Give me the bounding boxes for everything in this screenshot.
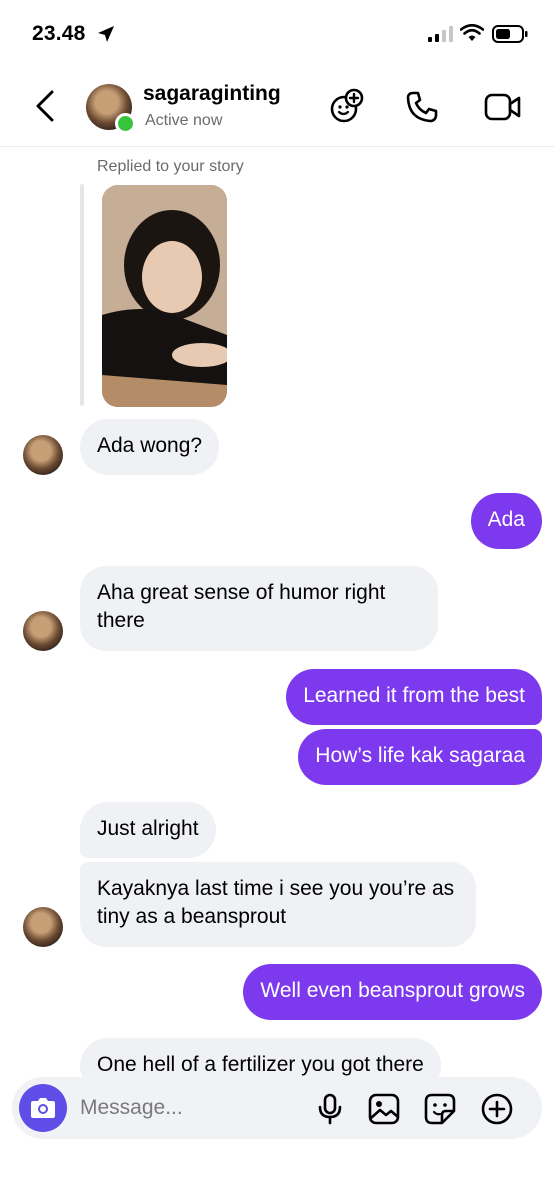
message-bubble-outgoing[interactable]: Well even beansprout grows — [243, 964, 542, 1020]
message-bubble-incoming[interactable]: Just alright — [80, 802, 216, 858]
effects-icon[interactable] — [329, 88, 365, 124]
message-bubble-incoming[interactable]: Aha great sense of humor right there — [80, 566, 438, 651]
phone-icon[interactable] — [405, 90, 439, 124]
sender-avatar[interactable] — [23, 611, 63, 651]
online-status-dot — [115, 113, 136, 134]
message-bubble-outgoing[interactable]: Learned it from the best — [286, 669, 542, 725]
story-reply-label: Replied to your story — [97, 158, 244, 175]
sender-avatar[interactable] — [23, 435, 63, 475]
wifi-icon — [460, 24, 484, 41]
video-camera-icon[interactable] — [484, 92, 522, 122]
sticker-icon[interactable] — [424, 1093, 456, 1125]
chat-username[interactable]: sagaraginting — [143, 82, 281, 106]
location-arrow-icon — [98, 26, 114, 42]
story-thumbnail[interactable] — [102, 185, 227, 407]
camera-icon — [31, 1098, 55, 1118]
header-divider — [0, 146, 554, 147]
message-bubble-incoming[interactable]: Ada wong? — [80, 419, 220, 475]
message-bubble-outgoing[interactable]: Ada — [470, 493, 542, 549]
microphone-icon[interactable] — [316, 1093, 344, 1125]
message-bubble-outgoing[interactable]: How’s life kak sagaraa — [298, 729, 542, 785]
plus-circle-icon[interactable] — [481, 1093, 513, 1125]
active-status: Active now — [145, 112, 223, 129]
message-input[interactable] — [80, 1094, 300, 1122]
back-chevron-icon[interactable] — [34, 90, 56, 122]
signal-icon — [428, 26, 453, 42]
sender-avatar[interactable] — [23, 907, 63, 947]
battery-icon — [492, 25, 528, 43]
camera-button[interactable] — [19, 1084, 67, 1132]
reply-indicator-bar — [80, 184, 84, 406]
story-image — [102, 185, 227, 407]
status-time: 23.48 — [32, 22, 86, 45]
message-bubble-incoming[interactable]: Kayaknya last time i see you you’re as t… — [80, 862, 476, 947]
gallery-icon[interactable] — [368, 1093, 400, 1125]
